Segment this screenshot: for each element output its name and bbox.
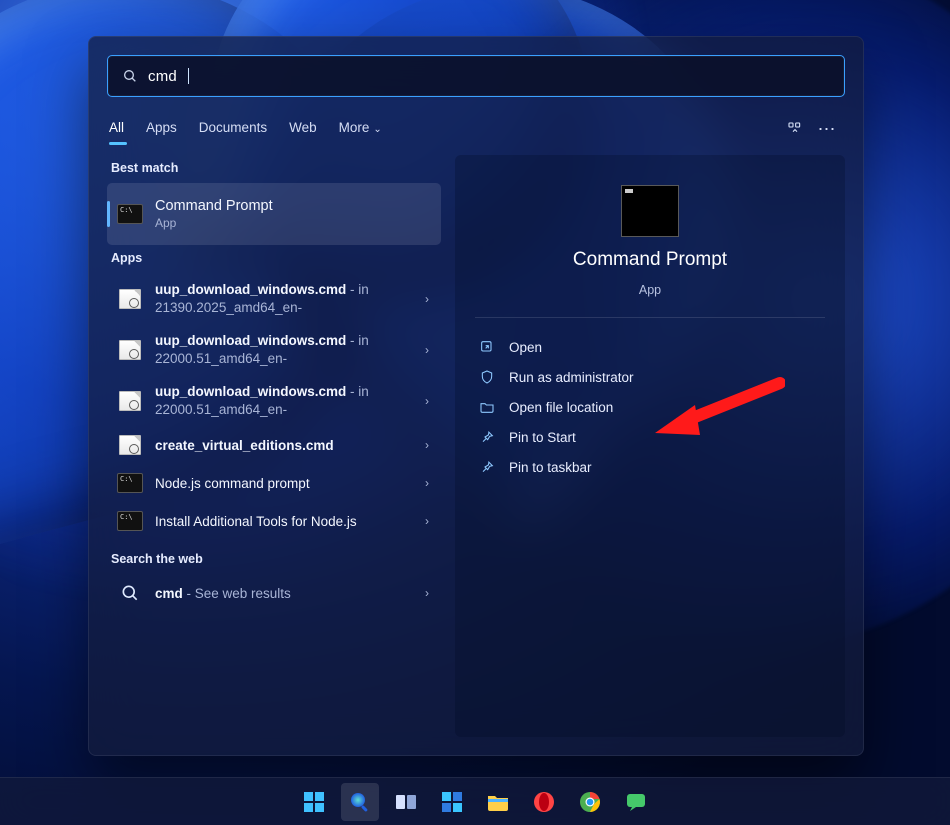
result-app-1[interactable]: uup_download_windows.cmd - in 22000.51_a… [107, 324, 441, 375]
pin-icon [479, 459, 495, 475]
result-title: Node.js command prompt [155, 475, 407, 493]
chevron-down-icon: ⌄ [373, 124, 381, 135]
best-match-header: Best match [111, 161, 441, 175]
action-label: Pin to Start [509, 430, 576, 445]
top-apps-icon [787, 121, 803, 137]
chrome-icon [578, 790, 602, 814]
taskbar [0, 777, 950, 825]
result-subtitle: App [155, 216, 429, 232]
pin-icon [479, 429, 495, 445]
chat-icon [624, 790, 648, 814]
result-app-2[interactable]: uup_download_windows.cmd - in 22000.51_a… [107, 375, 441, 426]
preview-subtitle: App [639, 283, 661, 297]
taskbar-search-button[interactable] [341, 783, 379, 821]
tab-apps[interactable]: Apps [146, 116, 177, 143]
chevron-right-icon: › [419, 292, 429, 306]
result-title: uup_download_windows.cmd - in 22000.51_a… [155, 383, 407, 418]
top-apps-button[interactable] [779, 115, 811, 143]
action-pin-to-start[interactable]: Pin to Start [475, 422, 825, 452]
chevron-right-icon: › [419, 394, 429, 408]
result-app-4[interactable]: Node.js command prompt › [107, 464, 441, 502]
apps-header: Apps [111, 251, 441, 265]
start-search-panel: cmd All Apps Documents Web More⌄ ⋯ Best … [88, 36, 864, 756]
search-query-text: cmd [148, 68, 177, 85]
preview-actions: Open Run as administrator Open file loca… [475, 332, 825, 482]
shield-icon [479, 369, 495, 385]
open-icon [479, 339, 495, 355]
command-prompt-icon [117, 511, 143, 531]
action-label: Run as administrator [509, 370, 634, 385]
command-prompt-icon [621, 185, 679, 237]
tab-more[interactable]: More⌄ [339, 116, 382, 143]
widgets-icon [440, 790, 464, 814]
opera-button[interactable] [525, 783, 563, 821]
search-input[interactable]: cmd [107, 55, 845, 97]
tab-all[interactable]: All [109, 116, 124, 143]
result-app-3[interactable]: create_virtual_editions.cmd › [107, 426, 441, 464]
action-open[interactable]: Open [475, 332, 825, 362]
more-options-button[interactable]: ⋯ [811, 115, 843, 143]
result-title: Command Prompt [155, 197, 429, 216]
action-label: Pin to taskbar [509, 460, 592, 475]
task-view-button[interactable] [387, 783, 425, 821]
chevron-right-icon: › [419, 514, 429, 528]
result-title: Install Additional Tools for Node.js [155, 513, 407, 531]
batch-file-icon [119, 340, 141, 360]
action-label: Open [509, 340, 542, 355]
action-run-as-admin[interactable]: Run as administrator [475, 362, 825, 392]
command-prompt-icon [117, 473, 143, 493]
results-list: Best match Command Prompt App Apps uup_d… [107, 155, 441, 737]
action-pin-to-taskbar[interactable]: Pin to taskbar [475, 452, 825, 482]
text-caret [188, 68, 189, 84]
search-icon [122, 68, 138, 84]
result-best-match[interactable]: Command Prompt App [107, 183, 441, 245]
file-explorer-icon [486, 790, 510, 814]
result-app-0[interactable]: uup_download_windows.cmd - in 21390.2025… [107, 273, 441, 324]
result-web[interactable]: cmd - See web results › [107, 574, 441, 612]
windows-logo-icon [302, 790, 326, 814]
command-prompt-icon [117, 204, 143, 224]
tab-web[interactable]: Web [289, 116, 317, 143]
chevron-right-icon: › [419, 343, 429, 357]
chevron-right-icon: › [419, 586, 429, 600]
file-explorer-button[interactable] [479, 783, 517, 821]
result-title: create_virtual_editions.cmd [155, 437, 407, 455]
chevron-right-icon: › [419, 438, 429, 452]
action-label: Open file location [509, 400, 613, 415]
chrome-button[interactable] [571, 783, 609, 821]
filter-tabs: All Apps Documents Web More⌄ ⋯ [109, 115, 843, 143]
result-app-5[interactable]: Install Additional Tools for Node.js › [107, 502, 441, 540]
result-title: cmd - See web results [155, 585, 407, 603]
selection-accent [107, 201, 110, 227]
result-title: uup_download_windows.cmd - in 21390.2025… [155, 281, 407, 316]
action-open-file-location[interactable]: Open file location [475, 392, 825, 422]
preview-title: Command Prompt [573, 249, 727, 271]
result-title: uup_download_windows.cmd - in 22000.51_a… [155, 332, 407, 367]
web-header: Search the web [111, 552, 441, 566]
opera-icon [532, 790, 556, 814]
start-button[interactable] [295, 783, 333, 821]
search-icon [348, 790, 372, 814]
tab-documents[interactable]: Documents [199, 116, 267, 143]
search-icon [118, 583, 142, 603]
chevron-right-icon: › [419, 476, 429, 490]
widgets-button[interactable] [433, 783, 471, 821]
batch-file-icon [119, 289, 141, 309]
chat-button[interactable] [617, 783, 655, 821]
task-view-icon [394, 790, 418, 814]
folder-icon [479, 399, 495, 415]
preview-pane: Command Prompt App Open Run as administr… [455, 155, 845, 737]
batch-file-icon [119, 435, 141, 455]
batch-file-icon [119, 391, 141, 411]
